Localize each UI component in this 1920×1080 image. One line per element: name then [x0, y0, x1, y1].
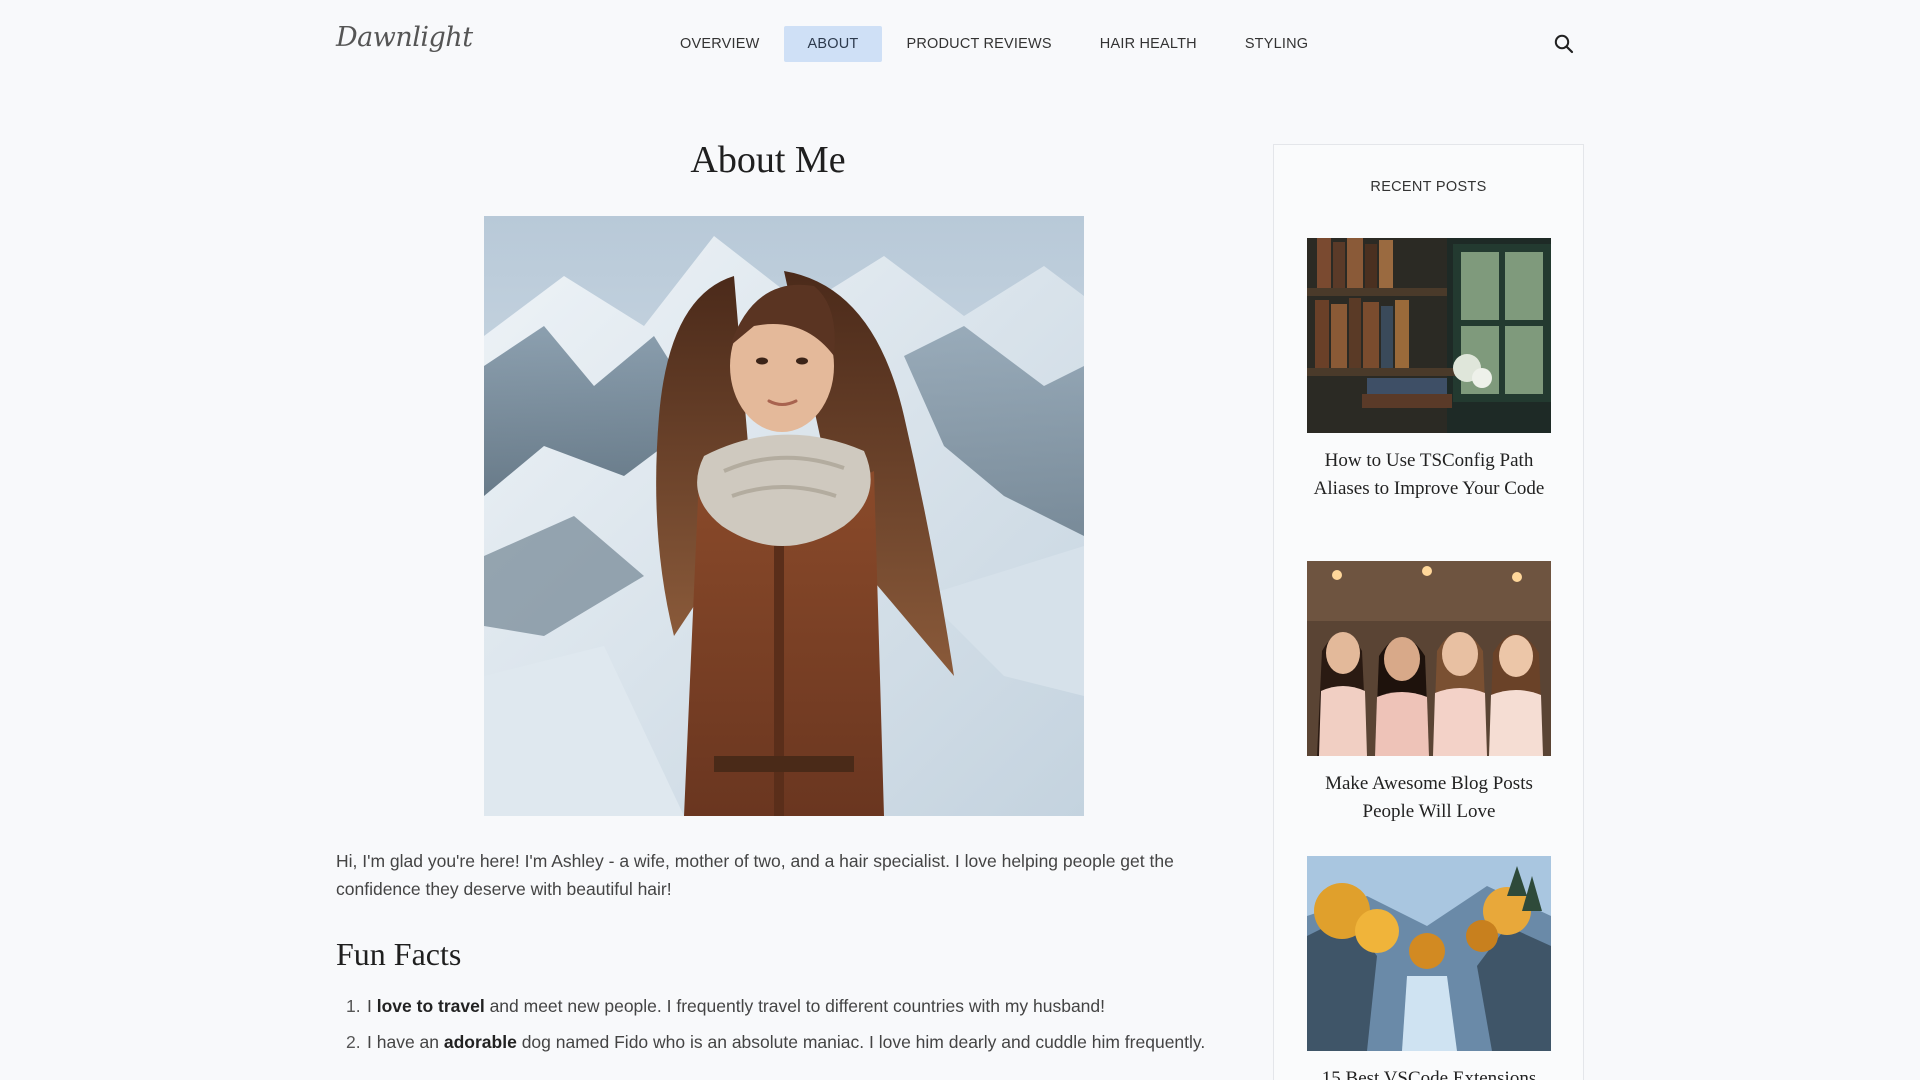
- recent-post-card[interactable]: Make Awesome Blog Posts People Will Love: [1307, 561, 1551, 826]
- recent-post-card[interactable]: 15 Best VSCode Extensions: [1307, 856, 1551, 1080]
- highlight-text: adorable: [443, 1032, 517, 1052]
- post-title[interactable]: How to Use TSConfig Path Aliases to Impr…: [1307, 447, 1551, 503]
- profile-photo-illustration: [484, 216, 1084, 816]
- list-item: 1. I love to travel and meet new people.…: [336, 992, 1216, 1020]
- profile-photo: [484, 216, 1084, 816]
- nav-product-reviews[interactable]: PRODUCT REVIEWS: [882, 26, 1075, 62]
- fun-facts-heading: Fun Facts: [336, 936, 462, 972]
- list-item-text: I have an adorable dog named Fido who is…: [367, 1032, 1206, 1052]
- list-item-number: 2.: [346, 1032, 361, 1052]
- nav-overview[interactable]: OVERVIEW: [656, 26, 784, 62]
- sidebar-title: RECENT POSTS: [1370, 179, 1487, 195]
- recent-post-card[interactable]: How to Use TSConfig Path Aliases to Impr…: [1307, 238, 1551, 503]
- nav-hair-health[interactable]: HAIR HEALTH: [1076, 26, 1221, 62]
- list-item-text: I love to travel and meet new people. I …: [367, 996, 1106, 1016]
- autumn-canyon-thumbnail: [1307, 856, 1551, 1051]
- search-button[interactable]: [1552, 32, 1576, 56]
- post-title[interactable]: 15 Best VSCode Extensions: [1307, 1065, 1551, 1080]
- page-title: About Me: [690, 139, 846, 181]
- list-item-number: 1.: [346, 996, 361, 1016]
- friends-group-thumbnail: [1307, 561, 1551, 756]
- page: Dawnlight OVERVIEW ABOUT PRODUCT REVIEWS…: [0, 0, 1920, 1080]
- intro-paragraph: Hi, I'm glad you're here! I'm Ashley - a…: [336, 851, 1174, 899]
- bookshelf-thumbnail: [1307, 238, 1551, 433]
- list-item: 2. I have an adorable dog named Fido who…: [336, 1028, 1216, 1056]
- nav-about[interactable]: ABOUT: [783, 26, 883, 62]
- recent-posts-sidebar: RECENT POSTS How to Use TSConfig Path Al…: [1273, 144, 1584, 1080]
- main-nav: OVERVIEW ABOUT PRODUCT REVIEWS HAIR HEAL…: [656, 26, 1332, 62]
- post-thumbnail[interactable]: [1307, 561, 1551, 756]
- post-thumbnail[interactable]: [1307, 856, 1551, 1051]
- nav-styling[interactable]: STYLING: [1221, 26, 1332, 62]
- search-icon: [1554, 34, 1574, 54]
- post-title[interactable]: Make Awesome Blog Posts People Will Love: [1307, 770, 1551, 826]
- highlight-text: love to travel: [376, 996, 485, 1016]
- post-thumbnail[interactable]: [1307, 238, 1551, 433]
- site-header: Dawnlight OVERVIEW ABOUT PRODUCT REVIEWS…: [0, 0, 1920, 88]
- fun-facts-list: 1. I love to travel and meet new people.…: [336, 992, 1216, 1064]
- site-logo[interactable]: Dawnlight: [336, 22, 473, 53]
- main-content: About Me Hi, I'm glad you're here! I'm A…: [336, 128, 1205, 1052]
